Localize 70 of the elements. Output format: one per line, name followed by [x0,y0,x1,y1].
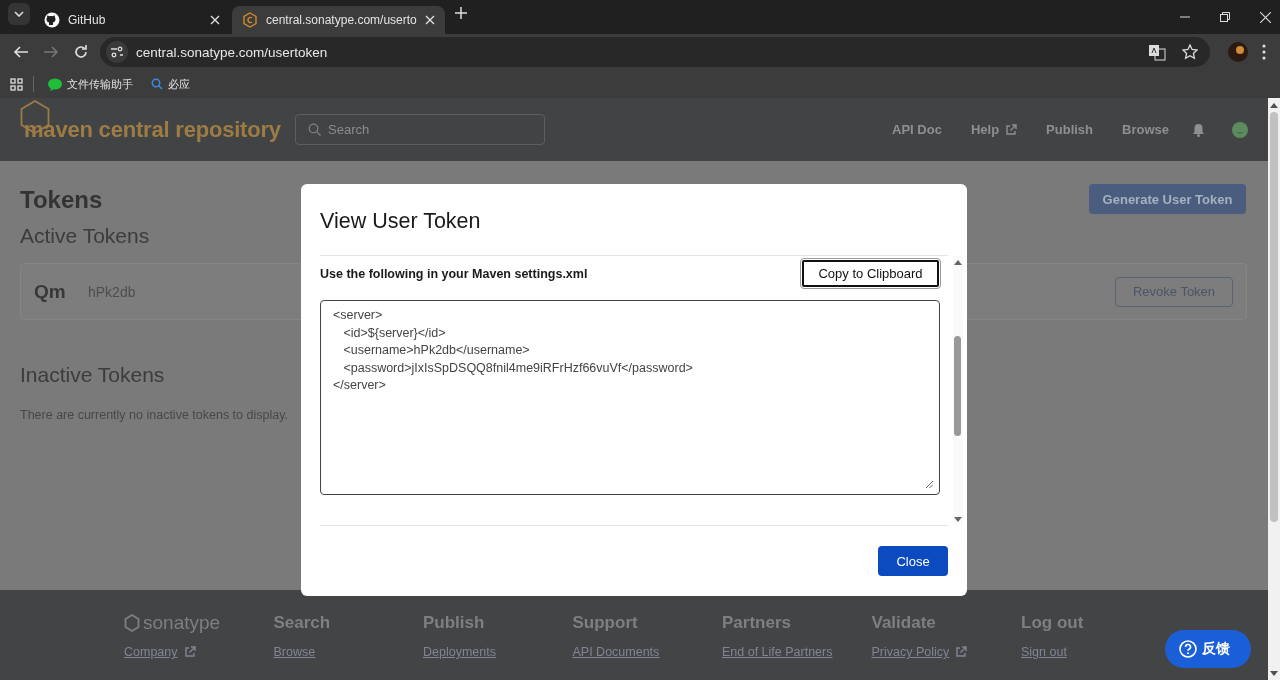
new-tab-plus-icon[interactable] [454,7,467,19]
close-icon[interactable] [424,15,435,25]
close-icon[interactable] [210,15,220,25]
scrollbar-thumb[interactable] [1270,112,1278,522]
nav-link[interactable]: Publish [1046,122,1094,137]
apps-grid-icon[interactable] [10,77,23,91]
generate-token-button[interactable]: Generate User Token [1089,184,1246,214]
search-icon [151,78,163,90]
section-heading: Inactive Tokens [20,363,165,387]
close-button[interactable]: Close [878,546,948,576]
scroll-down-icon[interactable] [1268,670,1280,678]
user-avatar-icon[interactable] [1232,121,1248,138]
nav-link[interactable]: Help [970,122,1018,137]
profile-avatar-icon[interactable] [1228,42,1248,62]
section-heading: Active Tokens [20,224,150,248]
back-arrow-icon[interactable] [13,44,29,60]
token-name: Qm [34,280,67,303]
close-icon[interactable] [1260,11,1271,23]
external-link-icon [955,646,968,658]
feedback-button[interactable]: 反馈 [1165,630,1251,668]
footer-link[interactable]: Company [124,645,196,659]
search-icon [308,123,321,136]
page-title: Tokens [20,185,103,214]
footer-link[interactable]: Privacy Policy [871,645,968,659]
hexagon-c-icon [242,12,258,28]
footer-link[interactable]: Browse [273,645,316,659]
external-link-icon [183,646,196,658]
github-icon [44,12,60,28]
reload-icon[interactable] [73,44,89,60]
instruction-text: Use the following in your Maven settings.xml [320,266,588,281]
restore-icon[interactable] [1220,12,1230,22]
scrollbar[interactable] [953,256,963,525]
copy-button[interactable]: Copy to Clipboard [802,260,939,287]
footer-heading: Partners [722,613,791,633]
more-menu-icon[interactable] [1262,44,1266,60]
bookmark-item[interactable]: 必应 [147,74,194,94]
help-icon [1179,640,1197,658]
footer-heading: Search [273,613,331,633]
scrollbar-thumb[interactable] [954,336,961,436]
scroll-down-icon[interactable] [953,516,963,523]
star-icon[interactable] [1182,44,1198,60]
browser-tab[interactable]: GitHub [34,6,230,34]
footer-link[interactable]: End of Life Partners [722,645,833,659]
search-field[interactable]: Search [295,114,545,145]
footer-heading: Validate [871,613,936,633]
settings-text-area[interactable]: <server> <id>${server}</id> <username>hPk2db</username> <password>jIxIsSpDSQQ8fnil4me9iRFrHzf66vuVf</password> </server> [320,300,940,495]
footer-link[interactable]: Deployments [423,645,496,659]
hexagon-icon [124,614,140,632]
translate-icon[interactable] [1148,43,1166,61]
dialog-title: View User Token [320,184,948,256]
scroll-up-icon[interactable] [953,259,963,266]
footer-link[interactable]: Sign out [1021,645,1067,659]
footer-heading: Publish [423,613,485,633]
nav-link[interactable]: Browse [1122,122,1169,137]
chat-bubble-icon [48,77,62,91]
brand-logo[interactable]: sonatype [143,612,221,634]
resize-grip-icon[interactable] [926,481,933,488]
scroll-up-icon[interactable] [1268,101,1280,109]
address-bar[interactable]: central.sonatype.com/usertoken [100,37,1210,67]
bookmark-item[interactable]: 文件传输助手 [44,74,137,94]
chevron-down-icon [14,11,24,17]
external-link-icon [1005,123,1018,136]
site-settings-icon[interactable] [106,41,128,63]
nav-link[interactable]: API Doc [892,122,942,137]
footer-heading: Support [572,613,638,633]
bell-icon[interactable] [1192,122,1205,137]
footer-link[interactable]: API Documents [572,645,660,659]
tab-search-button[interactable] [8,3,30,25]
browser-tab[interactable]: central.sonatype.com/userto [232,6,445,34]
footer-heading: Log out [1021,613,1084,633]
